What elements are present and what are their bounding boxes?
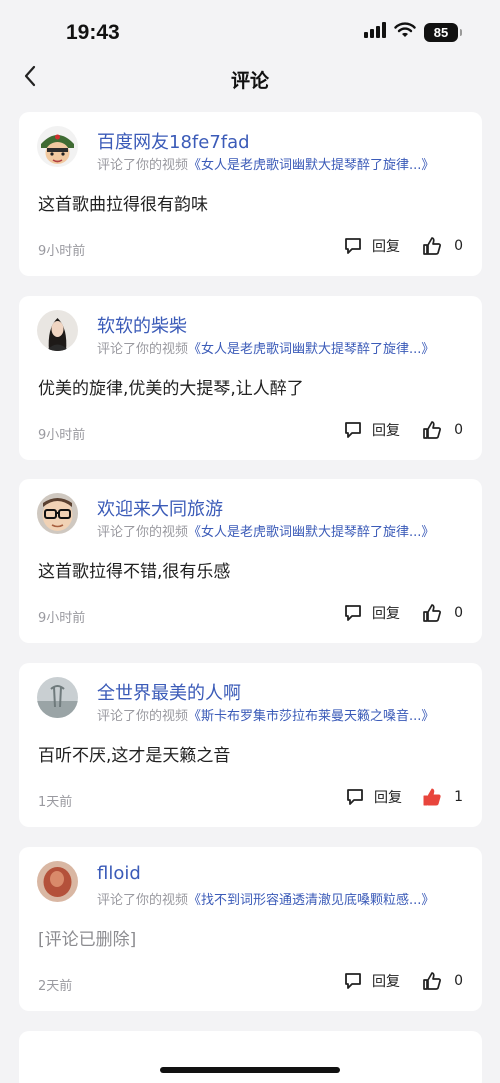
like-count: 0 [454, 973, 463, 989]
comment-source: 评论了你的视频《找不到词形容通透清澈见底嗓颗粒感...》 [97, 889, 434, 908]
video-link[interactable]: 《找不到词形容通透清澈见底嗓颗粒感...》 [188, 893, 434, 908]
thumbs-up-icon [422, 236, 442, 256]
video-link[interactable]: 《斯卡布罗集市莎拉布莱曼天籁之嗓音...》 [188, 709, 434, 724]
reply-button[interactable]: 回复 [343, 420, 400, 440]
comment-source: 评论了你的视频《女人是老虎歌词幽默大提琴醉了旋律...》 [97, 521, 434, 540]
comment-source: 评论了你的视频《女人是老虎歌词幽默大提琴醉了旋律...》 [97, 338, 434, 357]
like-button[interactable]: 0 [422, 236, 463, 256]
username[interactable]: 软软的柴柴 [97, 312, 187, 338]
soldier-avatar-icon [37, 126, 78, 167]
reply-label: 回复 [374, 790, 402, 806]
thumbs-up-icon [422, 420, 442, 440]
reply-label: 回复 [372, 239, 400, 255]
battery-indicator: 85 [424, 22, 462, 42]
like-count: 0 [454, 605, 463, 621]
home-indicator[interactable] [160, 1067, 340, 1073]
source-prefix: 评论了你的视频 [97, 709, 189, 724]
avatar[interactable] [37, 310, 78, 351]
thumbs-up-filled-icon [422, 787, 442, 807]
reply-button[interactable]: 回复 [343, 971, 400, 991]
reply-label: 回复 [372, 606, 400, 622]
comment-bubble-icon [343, 420, 363, 440]
like-button[interactable]: 0 [422, 971, 463, 991]
red-blur-avatar-icon [37, 861, 78, 902]
woman-avatar-icon [37, 310, 78, 351]
nav-bar: 评论 [0, 58, 500, 102]
comment-text: 优美的旋律,优美的大提琴,让人醉了 [38, 379, 304, 399]
avatar[interactable] [37, 677, 78, 718]
like-count: 1 [454, 789, 463, 805]
video-link[interactable]: 《女人是老虎歌词幽默大提琴醉了旋律...》 [188, 158, 434, 173]
comment-card: 软软的柴柴 评论了你的视频《女人是老虎歌词幽默大提琴醉了旋律...》 优美的旋律… [19, 296, 482, 460]
source-prefix: 评论了你的视频 [97, 525, 189, 540]
comment-time: 1天前 [38, 795, 73, 810]
reply-button[interactable]: 回复 [343, 236, 400, 256]
comment-card-partial [19, 1031, 482, 1083]
username[interactable]: flloid [97, 863, 141, 884]
source-prefix: 评论了你的视频 [97, 893, 189, 908]
reply-button[interactable]: 回复 [343, 603, 400, 623]
comment-card: flloid 评论了你的视频《找不到词形容通透清澈见底嗓颗粒感...》 [评论已… [19, 847, 482, 1011]
comment-time: 9小时前 [38, 611, 86, 626]
comment-text: 这首歌曲拉得很有韵味 [38, 195, 208, 215]
comment-source: 评论了你的视频《斯卡布罗集市莎拉布莱曼天籁之嗓音...》 [97, 705, 434, 724]
source-prefix: 评论了你的视频 [97, 158, 189, 173]
video-link[interactable]: 《女人是老虎歌词幽默大提琴醉了旋律...》 [188, 525, 434, 540]
thumbs-up-icon [422, 603, 442, 623]
comment-card: 百度网友18fe7fad 评论了你的视频《女人是老虎歌词幽默大提琴醉了旋律...… [19, 112, 482, 276]
reply-label: 回复 [372, 974, 400, 990]
comment-text: 百听不厌,这才是天籁之音 [38, 746, 231, 766]
comment-time: 9小时前 [38, 244, 86, 259]
status-bar: 19:43 85 [0, 0, 500, 60]
comment-time: 9小时前 [38, 428, 86, 443]
video-link[interactable]: 《女人是老虎歌词幽默大提琴醉了旋律...》 [188, 342, 434, 357]
avatar[interactable] [37, 861, 78, 902]
like-count: 0 [454, 238, 463, 254]
username[interactable]: 欢迎来大同旅游 [97, 495, 223, 521]
comment-card: 欢迎来大同旅游 评论了你的视频《女人是老虎歌词幽默大提琴醉了旋律...》 这首歌… [19, 479, 482, 643]
comment-bubble-icon [345, 787, 365, 807]
status-icons: 85 [364, 22, 462, 42]
comment-bubble-icon [343, 236, 363, 256]
comment-time: 2天前 [38, 979, 73, 994]
comment-text-deleted: [评论已删除] [38, 930, 137, 950]
like-button[interactable]: 0 [422, 603, 463, 623]
source-prefix: 评论了你的视频 [97, 342, 189, 357]
cellular-signal-icon [364, 22, 386, 42]
avatar[interactable] [37, 126, 78, 167]
wifi-icon [394, 22, 416, 42]
like-count: 0 [454, 422, 463, 438]
avatar[interactable] [37, 493, 78, 534]
thumbs-up-icon [422, 971, 442, 991]
comment-card: 全世界最美的人啊 评论了你的视频《斯卡布罗集市莎拉布莱曼天籁之嗓音...》 百听… [19, 663, 482, 827]
comment-bubble-icon [343, 603, 363, 623]
reply-label: 回复 [372, 423, 400, 439]
like-button[interactable]: 1 [422, 787, 463, 807]
comment-text: 这首歌拉得不错,很有乐感 [38, 562, 231, 582]
comment-source: 评论了你的视频《女人是老虎歌词幽默大提琴醉了旋律...》 [97, 154, 434, 173]
child-glasses-avatar-icon [37, 493, 78, 534]
comment-bubble-icon [343, 971, 363, 991]
page-title: 评论 [230, 70, 269, 92]
username[interactable]: 百度网友18fe7fad [97, 128, 250, 154]
landscape-avatar-icon [37, 677, 78, 718]
status-time: 19:43 [66, 21, 120, 44]
username[interactable]: 全世界最美的人啊 [97, 679, 241, 705]
like-button[interactable]: 0 [422, 420, 463, 440]
reply-button[interactable]: 回复 [345, 787, 402, 807]
